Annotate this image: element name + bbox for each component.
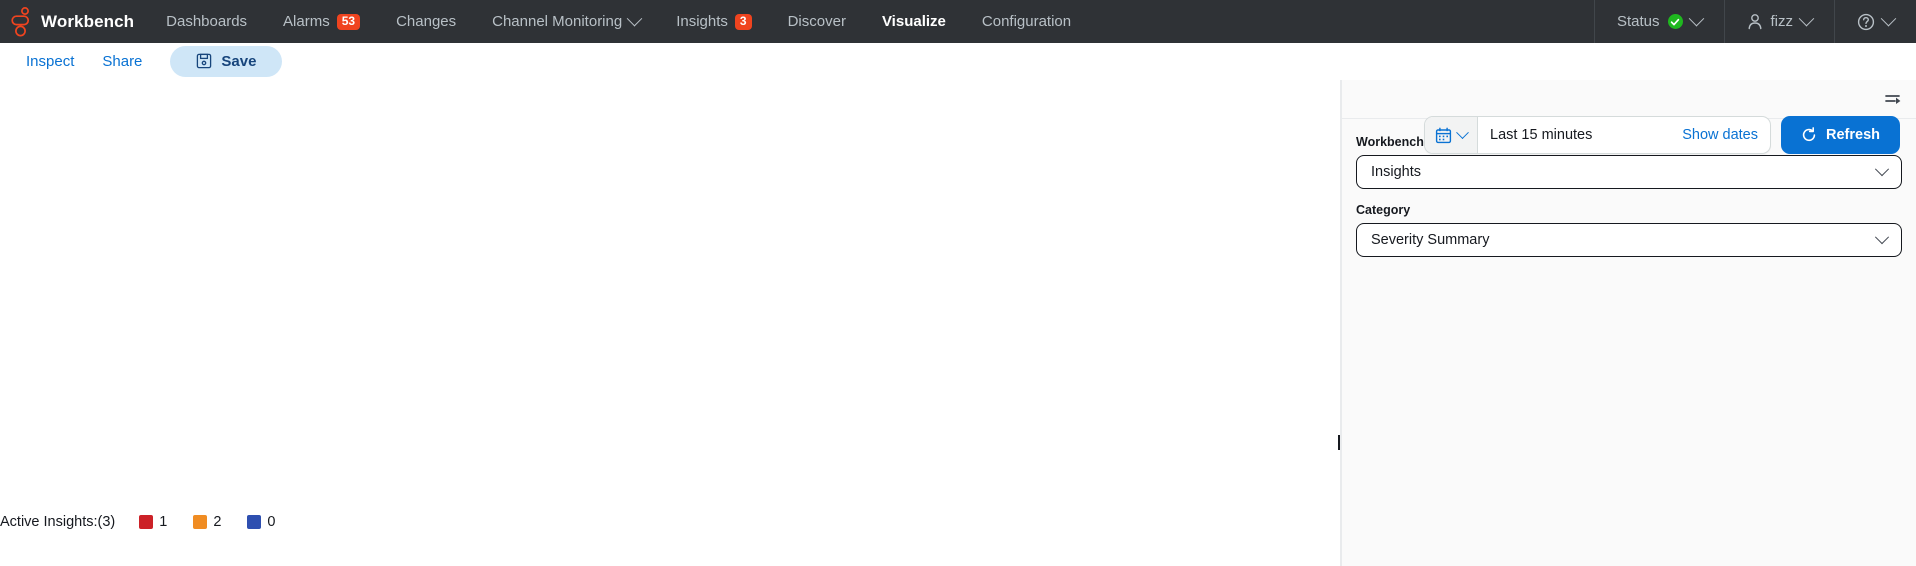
legend-item-critical[interactable]: 1 [139, 514, 167, 530]
share-button[interactable]: Share [90, 47, 154, 76]
chevron-down-icon [1880, 10, 1897, 27]
viz-type-value: Insights [1371, 164, 1421, 180]
legend-value: 0 [267, 514, 276, 530]
chevron-down-icon [1688, 10, 1704, 27]
date-range-toolbar: Last 15 minutes Show dates Refresh [1424, 116, 1900, 154]
nav-right-group: Status fizz [1593, 0, 1916, 43]
save-floppy-icon [197, 53, 212, 69]
nav-item-visualize[interactable]: Visualize [864, 0, 964, 43]
brand-home-link[interactable]: Workbench [0, 0, 148, 43]
nav-item-label: Changes [396, 13, 457, 30]
legend-swatch-icon [247, 515, 262, 529]
date-range-picker[interactable]: Last 15 minutes Show dates [1424, 116, 1771, 154]
nav-item-label: Visualize [881, 13, 946, 30]
category-select[interactable]: Severity Summary [1356, 223, 1902, 257]
brand-name: Workbench [41, 11, 135, 31]
calendar-icon [1435, 127, 1452, 143]
save-button[interactable]: Save [170, 45, 283, 77]
status-label: Status [1616, 13, 1660, 30]
visualization-pane: Active Insights:(3) 1 2 0 [0, 80, 1340, 566]
nav-item-insights[interactable]: Insights 3 [658, 0, 769, 43]
show-dates-link[interactable]: Show dates [1682, 117, 1770, 153]
nav-item-dashboards[interactable]: Dashboards [148, 0, 265, 43]
category-value: Severity Summary [1371, 232, 1490, 248]
status-menu[interactable]: Status [1595, 0, 1724, 43]
nav-item-label: Channel Monitoring [492, 13, 623, 30]
refresh-button-label: Refresh [1826, 127, 1880, 143]
user-icon [1748, 14, 1761, 30]
nav-item-label: Alarms [283, 13, 330, 30]
nav-item-changes[interactable]: Changes [378, 0, 474, 43]
top-navigation-bar: Workbench Dashboards Alarms 53 Changes C… [0, 0, 1916, 43]
help-menu[interactable] [1835, 0, 1916, 43]
legend-item-info[interactable]: 0 [247, 514, 275, 530]
insights-count-badge: 3 [734, 13, 752, 30]
help-circle-icon [1857, 13, 1875, 30]
chevron-down-icon [1874, 230, 1890, 245]
nav-item-label: Insights [676, 13, 728, 30]
inspect-button[interactable]: Inspect [14, 47, 86, 76]
nav-item-alarms[interactable]: Alarms 53 [265, 0, 378, 43]
user-name-label: fizz [1770, 13, 1794, 30]
status-ok-icon [1667, 14, 1683, 29]
legend-item-warning[interactable]: 2 [193, 514, 221, 530]
chart-legend: Active Insights:(3) 1 2 0 [0, 514, 301, 530]
legend-value: 1 [159, 514, 168, 530]
main-content-area: Active Insights:(3) 1 2 0 Workbench Insi… [0, 80, 1916, 566]
nav-item-label: Dashboards [166, 13, 248, 30]
user-menu[interactable]: fizz [1725, 0, 1835, 43]
workbench-logo-icon [11, 6, 30, 36]
legend-value: 2 [213, 514, 222, 530]
refresh-icon [1802, 127, 1816, 142]
panel-toolbar [1342, 80, 1916, 118]
nav-left-group: Workbench Dashboards Alarms 53 Changes C… [0, 0, 1594, 43]
date-range-value[interactable]: Last 15 minutes [1478, 117, 1682, 153]
chevron-down-icon [626, 10, 643, 27]
alarms-count-badge: 53 [336, 13, 361, 30]
nav-item-channel-monitoring[interactable]: Channel Monitoring [474, 0, 658, 43]
chevron-down-icon [1874, 162, 1890, 177]
action-toolbar: Inspect Share Save [0, 43, 1916, 80]
nav-item-label: Configuration [981, 13, 1072, 30]
category-label: Category [1356, 203, 1411, 217]
save-button-label: Save [221, 52, 257, 70]
chevron-down-icon [1798, 10, 1815, 27]
legend-swatch-icon [139, 515, 154, 529]
legend-swatch-icon [193, 515, 208, 529]
chevron-down-icon [1456, 125, 1469, 139]
calendar-dropdown-button[interactable] [1425, 117, 1478, 153]
viz-type-select[interactable]: Insights [1356, 155, 1902, 189]
legend-title: Active Insights:(3) [0, 514, 116, 530]
refresh-button[interactable]: Refresh [1781, 116, 1900, 154]
nav-item-label: Discover [787, 13, 846, 30]
nav-item-discover[interactable]: Discover [770, 0, 864, 43]
nav-item-configuration[interactable]: Configuration [964, 0, 1089, 43]
collapse-panel-icon[interactable] [1884, 92, 1904, 106]
